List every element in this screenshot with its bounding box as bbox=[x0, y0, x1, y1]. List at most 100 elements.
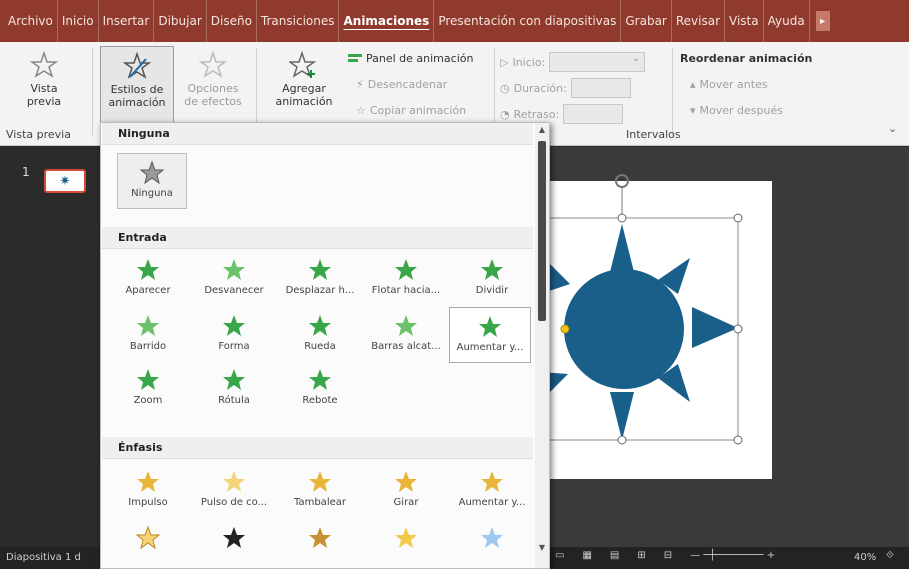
anim-flotar[interactable]: Flotar hacia... bbox=[365, 251, 447, 307]
opciones-efectos-button[interactable]: Opciones de efectos bbox=[176, 46, 250, 108]
copiar-animacion-label: Copiar animación bbox=[369, 104, 467, 117]
scroll-down-icon[interactable]: ▼ bbox=[537, 543, 547, 553]
sorter-view-icon[interactable]: ▤ bbox=[610, 550, 619, 561]
mover-antes-button[interactable]: ▴ Mover antes bbox=[690, 78, 768, 91]
inicio-dropdown[interactable] bbox=[549, 52, 646, 72]
anim-tambalear[interactable]: Tambalear bbox=[279, 463, 361, 519]
anim-emphasis-next-1[interactable] bbox=[107, 519, 189, 550]
presenter-view-icon[interactable]: ⊟ bbox=[664, 550, 672, 561]
anim-pulso[interactable]: Pulso de co... bbox=[193, 463, 275, 519]
anim-dividir[interactable]: Dividir bbox=[451, 251, 533, 307]
anim-emphasis-next-2[interactable] bbox=[193, 519, 275, 549]
emphasis-star-icon bbox=[481, 471, 503, 492]
notes-icon[interactable]: ▭ bbox=[555, 550, 564, 561]
slide-thumbnail[interactable]: ✷ bbox=[44, 169, 86, 193]
scroll-thumb[interactable] bbox=[538, 141, 546, 321]
estilos-animacion-button[interactable]: Estilos de animación bbox=[100, 46, 174, 126]
anim-label: Rótula bbox=[218, 395, 250, 406]
anim-desplazar[interactable]: Desplazar h... bbox=[279, 251, 361, 307]
anim-ninguna[interactable]: Ninguna bbox=[117, 153, 187, 209]
menu-grabar[interactable]: Grabar bbox=[621, 0, 672, 42]
entrance-star-icon bbox=[479, 316, 501, 337]
zoom-percent[interactable]: 40% bbox=[854, 552, 876, 563]
entrance-star-icon bbox=[481, 259, 503, 280]
duracion-field[interactable]: ◷ Duración: bbox=[500, 78, 631, 98]
anim-label: Barrido bbox=[129, 341, 167, 352]
reading-view-icon[interactable]: ⊞ bbox=[637, 550, 645, 561]
add-star-icon bbox=[289, 50, 317, 78]
entrance-star-icon bbox=[309, 315, 331, 336]
menu-vista[interactable]: Vista bbox=[725, 0, 764, 42]
entrance-star-icon bbox=[223, 369, 245, 390]
anim-label: Desvanecer bbox=[204, 285, 264, 296]
inicio-label: Inicio: bbox=[512, 55, 546, 69]
status-slide-info: Diapositiva 1 d bbox=[6, 552, 81, 563]
brush-star-icon bbox=[122, 51, 152, 79]
anim-emphasis-next-5[interactable] bbox=[451, 519, 533, 549]
retraso-field[interactable]: ◔ Retraso: bbox=[500, 104, 624, 124]
zoom-slider[interactable]: — ─┼──────── + bbox=[690, 550, 775, 561]
fit-slide-icon[interactable]: ⟐ bbox=[886, 550, 894, 561]
agregar-animacion-button[interactable]: Agregar animación bbox=[264, 46, 344, 108]
anim-label: Desplazar h... bbox=[285, 285, 355, 296]
entrance-star-icon bbox=[395, 259, 417, 280]
more-tabs-button[interactable]: ▸ bbox=[815, 11, 830, 31]
panel-animacion-button[interactable]: Panel de animación bbox=[348, 52, 473, 65]
menu-ayuda[interactable]: Ayuda bbox=[764, 0, 810, 42]
vista-previa-button[interactable]: Vista previa bbox=[14, 46, 74, 108]
emphasis-star-icon bbox=[395, 527, 417, 548]
scroll-up-icon[interactable]: ▲ bbox=[537, 125, 547, 135]
anim-label: Impulso bbox=[128, 497, 168, 508]
menu-insertar[interactable]: Insertar bbox=[99, 0, 155, 42]
effect-options-icon bbox=[198, 50, 228, 78]
mover-despues-label: Mover después bbox=[699, 104, 783, 117]
menu-diseno[interactable]: Diseño bbox=[207, 0, 257, 42]
duracion-spinner[interactable] bbox=[570, 78, 631, 98]
copiar-animacion-button[interactable]: ☆ Copiar animación bbox=[356, 104, 466, 117]
anim-girar[interactable]: Girar bbox=[365, 463, 447, 519]
anim-rebote[interactable]: Rebote bbox=[279, 361, 361, 417]
anim-aumentar-enfasis[interactable]: Aumentar y... bbox=[451, 463, 533, 519]
retraso-spinner[interactable] bbox=[563, 104, 624, 124]
anim-emphasis-next-3[interactable] bbox=[279, 519, 361, 549]
anim-zoom[interactable]: Zoom bbox=[107, 361, 189, 417]
menu-bar: Archivo Inicio Insertar Dibujar Diseño T… bbox=[0, 0, 909, 42]
sun-thumbnail-icon: ✷ bbox=[59, 173, 71, 189]
menu-presentacion[interactable]: Presentación con diapositivas bbox=[434, 0, 622, 42]
anim-aparecer[interactable]: Aparecer bbox=[107, 251, 189, 307]
anim-rueda[interactable]: Rueda bbox=[279, 307, 361, 363]
sun-shape[interactable] bbox=[540, 172, 760, 457]
menu-dibujar[interactable]: Dibujar bbox=[154, 0, 207, 42]
menu-transiciones[interactable]: Transiciones bbox=[257, 0, 340, 42]
anim-barras[interactable]: Barras alcat... bbox=[365, 307, 447, 363]
anim-desvanecer[interactable]: Desvanecer bbox=[193, 251, 275, 307]
normal-view-icon[interactable]: ▦ bbox=[582, 550, 591, 561]
adjust-handle-icon bbox=[560, 324, 570, 334]
anim-emphasis-next-4[interactable] bbox=[365, 519, 447, 549]
menu-revisar[interactable]: Revisar bbox=[672, 0, 726, 42]
anim-label: Tambalear bbox=[294, 497, 346, 508]
menu-archivo[interactable]: Archivo bbox=[4, 0, 58, 42]
agregar-animacion-label: Agregar animación bbox=[275, 82, 333, 108]
section-enfasis: Énfasis bbox=[102, 437, 533, 459]
desencadenar-button[interactable]: ⚡ Desencadenar bbox=[356, 78, 447, 91]
inicio-field[interactable]: ▷ Inicio: bbox=[500, 52, 646, 72]
gallery-scrollbar[interactable]: ▲ ▼ bbox=[535, 123, 549, 568]
anim-label: Forma bbox=[218, 341, 250, 352]
menu-animaciones[interactable]: Animaciones bbox=[339, 0, 435, 42]
collapse-ribbon-icon[interactable]: ⌄ bbox=[888, 122, 897, 135]
emphasis-star-icon bbox=[223, 527, 245, 548]
mover-despues-button[interactable]: ▾ Mover después bbox=[690, 104, 783, 117]
anim-barrido[interactable]: Barrido bbox=[107, 307, 189, 363]
anim-forma[interactable]: Forma bbox=[193, 307, 275, 363]
menu-inicio[interactable]: Inicio bbox=[58, 0, 99, 42]
emphasis-star-icon bbox=[395, 471, 417, 492]
entrance-star-icon bbox=[137, 369, 159, 390]
down-arrow-icon: ▾ bbox=[690, 104, 696, 117]
emphasis-star-icon bbox=[137, 471, 159, 492]
anim-impulso[interactable]: Impulso bbox=[107, 463, 189, 519]
entrance-star-icon bbox=[223, 315, 245, 336]
anim-rotula[interactable]: Rótula bbox=[193, 361, 275, 417]
anim-aumentar-entrada[interactable]: Aumentar y... bbox=[449, 307, 531, 363]
clock-icon: ◷ bbox=[500, 81, 510, 95]
